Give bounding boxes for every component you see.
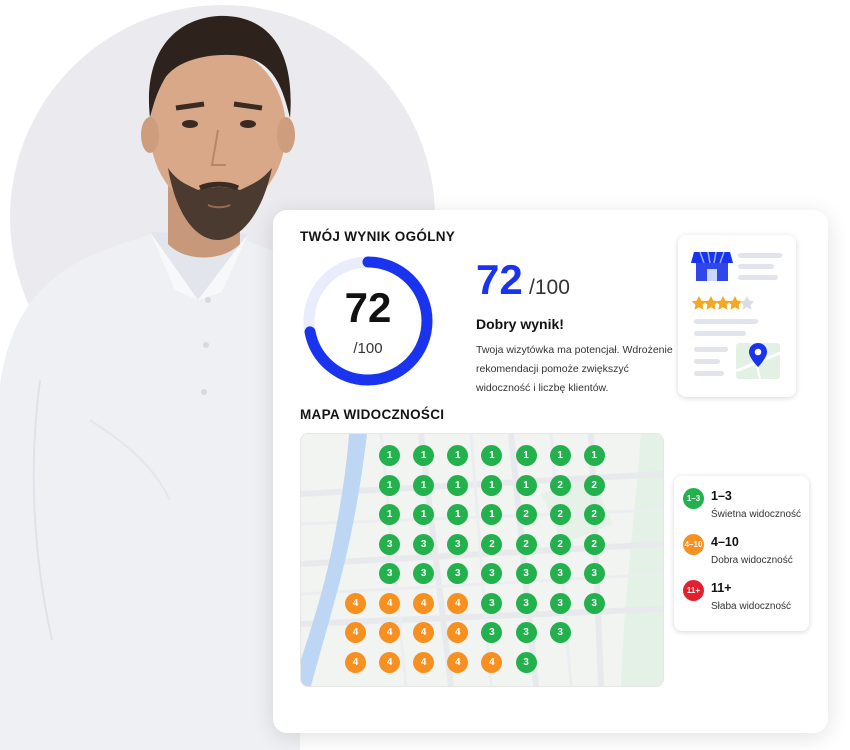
rank-dot[interactable]: 2 (549, 533, 571, 555)
legend-badge: 4–10 (683, 534, 704, 555)
rank-dot[interactable]: 4 (345, 622, 366, 643)
legend-range: 1–3 (711, 489, 732, 503)
rank-dot[interactable]: 3 (481, 592, 503, 614)
legend-label: Dobra widoczność (711, 555, 793, 566)
rank-dot[interactable]: 3 (379, 563, 401, 584)
rank-dot[interactable]: 4 (379, 651, 401, 673)
rank-dot[interactable]: 1 (379, 504, 401, 525)
rank-dot[interactable]: 3 (447, 533, 469, 555)
star-icon (691, 296, 707, 310)
rank-dot[interactable]: 4 (413, 592, 435, 614)
legend-badge: 11+ (683, 580, 704, 601)
rank-dot[interactable]: 1 (481, 474, 503, 496)
person-photo (0, 15, 300, 750)
ring-score-max: /100 (353, 340, 383, 357)
store-icon (691, 251, 733, 281)
score-verdict: Dobry wynik! (476, 316, 564, 332)
rank-dot[interactable]: 3 (515, 622, 537, 643)
star-icon (703, 296, 719, 310)
rank-dot[interactable]: 1 (549, 445, 571, 466)
rank-dot[interactable]: 1 (379, 474, 401, 496)
rank-dot[interactable]: 2 (515, 504, 537, 525)
rank-dot[interactable]: 2 (549, 504, 571, 525)
rank-dot[interactable]: 4 (481, 651, 503, 673)
rank-dot[interactable]: 3 (413, 533, 435, 555)
rank-dot[interactable]: 3 (583, 563, 605, 584)
rank-dot[interactable]: 3 (515, 651, 537, 673)
business-profile-card (678, 235, 796, 397)
rank-dot[interactable]: 1 (447, 474, 469, 496)
score-section-title: TWÓJ WYNIK OGÓLNY (300, 229, 456, 244)
rank-dot[interactable]: 2 (515, 533, 537, 555)
map-background (301, 434, 663, 686)
rank-dot[interactable]: 3 (549, 563, 571, 584)
legend-label: Słaba widoczność (711, 601, 792, 612)
rank-dot[interactable]: 3 (549, 622, 571, 643)
rank-dot[interactable]: 3 (549, 592, 571, 614)
visibility-legend: 1–3 1–3 Świetna widoczność 4–10 4–10 Dobra wi… (674, 476, 809, 631)
rank-dot[interactable]: 3 (583, 592, 605, 614)
legend-badge: 1–3 (683, 488, 704, 509)
visibility-map-title: MAPA WIDOCZNOŚCI (300, 407, 445, 422)
legend-range: 11+ (711, 581, 732, 595)
rank-dot[interactable]: 1 (515, 445, 537, 466)
rating-stars (691, 296, 755, 310)
rank-dot[interactable]: 4 (379, 622, 401, 643)
rank-dot[interactable]: 4 (379, 592, 401, 614)
rank-dot[interactable]: 4 (447, 592, 469, 614)
star-icon (715, 296, 731, 310)
rank-dot[interactable]: 3 (379, 533, 401, 555)
rank-dot[interactable]: 2 (583, 474, 605, 496)
rank-dot[interactable]: 1 (379, 445, 401, 466)
big-score-max: /100 (529, 276, 570, 299)
rank-dot[interactable]: 1 (583, 445, 605, 466)
rank-dot[interactable]: 2 (481, 533, 503, 555)
legend-label: Świetna widoczność (711, 509, 802, 520)
rank-dot[interactable]: 4 (447, 651, 469, 673)
star-icon (739, 296, 755, 310)
rank-dot[interactable]: 3 (515, 592, 537, 614)
score-description: Twoja wizytówka ma potencjał. Wdrożenie … (476, 344, 673, 394)
rank-dot[interactable]: 2 (549, 474, 571, 496)
rank-dot[interactable]: 2 (583, 533, 605, 555)
rank-dot[interactable]: 3 (515, 563, 537, 584)
star-icon (727, 296, 743, 310)
rank-dot[interactable]: 2 (583, 504, 605, 525)
score-card: TWÓJ WYNIK OGÓLNY 72 /100 72 /100 Dobry … (273, 210, 828, 733)
rank-dot[interactable]: 4 (345, 592, 366, 614)
rank-dot[interactable]: 4 (345, 651, 366, 673)
rank-dot[interactable]: 4 (413, 651, 435, 673)
big-score-value: 72 (476, 256, 523, 303)
rank-dot[interactable]: 1 (413, 474, 435, 496)
visibility-map[interactable]: 1111111111112211112223332222333333344443… (300, 433, 664, 687)
rank-dot[interactable]: 1 (515, 474, 537, 496)
legend-range: 4–10 (711, 535, 739, 549)
ring-score-value: 72 (344, 284, 392, 331)
